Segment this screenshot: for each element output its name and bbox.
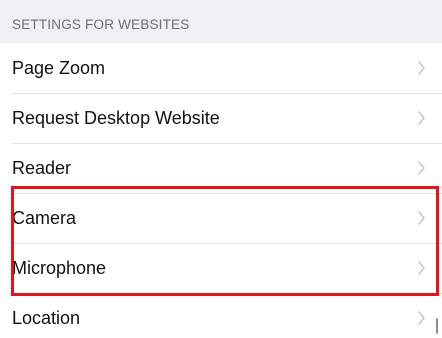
row-label: Location [12, 307, 81, 328]
section-header: SETTINGS FOR WEBSITES [12, 17, 190, 32]
chevron-right-icon [418, 261, 425, 275]
scroll-indicator[interactable] [436, 318, 438, 334]
row-label: Page Zoom [12, 57, 106, 78]
settings-screen: SETTINGS FOR WEBSITES Page Zoom Request … [0, 0, 442, 338]
row-label: Camera [12, 207, 77, 228]
row-camera[interactable]: Camera [0, 193, 442, 243]
chevron-right-icon [418, 61, 425, 75]
chevron-right-icon [418, 111, 425, 125]
chevron-right-icon [418, 211, 425, 225]
row-label: Reader [12, 157, 72, 178]
row-reader[interactable]: Reader [0, 143, 442, 193]
chevron-right-icon [418, 311, 425, 325]
row-microphone[interactable]: Microphone [0, 243, 442, 293]
row-request-desktop-website[interactable]: Request Desktop Website [0, 93, 442, 143]
chevron-right-icon [418, 161, 425, 175]
row-location[interactable]: Location [0, 293, 442, 338]
row-page-zoom[interactable]: Page Zoom [0, 43, 442, 93]
row-label: Request Desktop Website [12, 107, 220, 128]
row-label: Microphone [12, 257, 107, 278]
website-settings-list: Page Zoom Request Desktop Website Reader… [0, 43, 442, 338]
